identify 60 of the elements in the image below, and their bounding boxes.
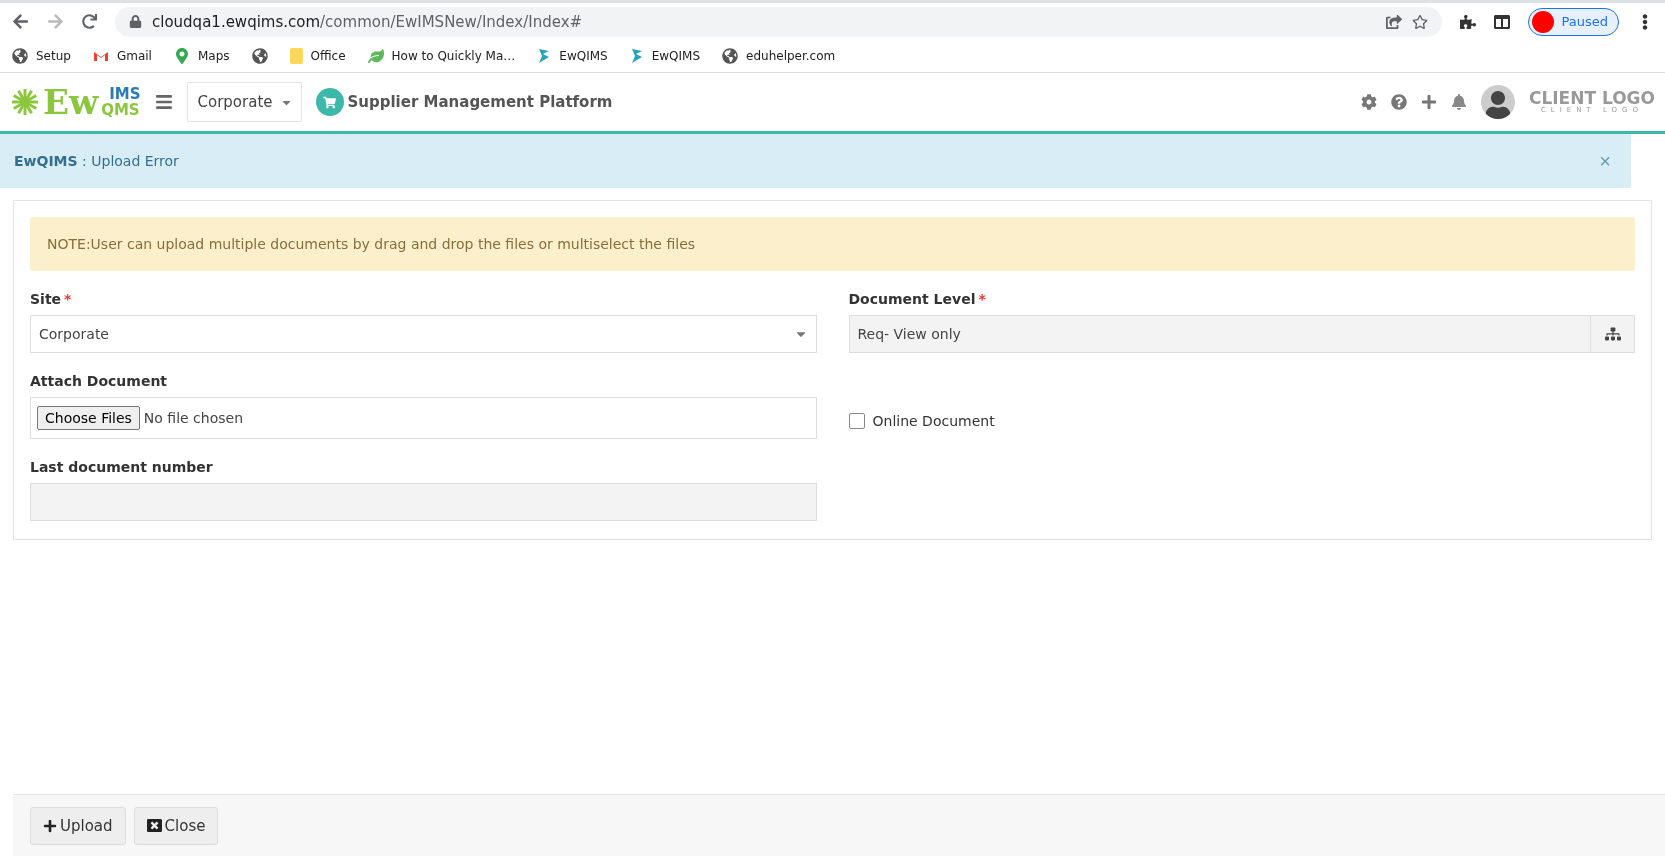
plus-icon xyxy=(43,818,57,833)
settings-icon[interactable] xyxy=(1360,94,1377,110)
bookmark[interactable] xyxy=(251,48,268,64)
url-text: cloudqa1.ewqims.com/common/EwIMSNew/Index/Index# xyxy=(152,12,583,31)
bookmark[interactable]: Office xyxy=(289,48,346,64)
leaf-icon xyxy=(367,48,384,64)
star-icon[interactable] xyxy=(1411,13,1428,30)
help-icon[interactable] xyxy=(1390,94,1407,110)
choose-files-button[interactable]: Choose Files xyxy=(37,406,140,430)
file-status: No file chosen xyxy=(143,410,244,426)
menu-icon[interactable] xyxy=(154,93,173,111)
lock-icon xyxy=(129,15,142,28)
logo-text: IMS xyxy=(108,86,141,102)
field-label: Document Level * xyxy=(848,291,987,307)
client-logo: CLIENT LOGO xyxy=(1528,90,1655,107)
share-icon[interactable] xyxy=(1385,13,1402,30)
puzzle-icon[interactable] xyxy=(1459,13,1476,30)
globe-icon xyxy=(722,48,739,64)
close-button[interactable]: Close xyxy=(133,806,219,845)
cart-icon xyxy=(315,88,344,116)
bell-icon[interactable] xyxy=(1450,94,1467,110)
upload-button[interactable]: Upload xyxy=(30,806,126,845)
profile-button[interactable]: Paused xyxy=(1527,7,1619,36)
bookmark[interactable]: Maps xyxy=(173,48,230,64)
bookmark[interactable]: EwQIMS xyxy=(537,48,608,64)
document-level-field[interactable]: Req- View only xyxy=(848,315,1590,353)
logo-text: Ew xyxy=(43,82,99,122)
side-panel-icon[interactable] xyxy=(1493,13,1510,30)
bookmark[interactable]: How to Quickly Ma… xyxy=(367,48,516,64)
map-pin-icon xyxy=(173,48,190,64)
logo-text: QMS xyxy=(101,102,141,118)
site-select[interactable]: Corporate xyxy=(30,315,817,353)
alert-message: EwQIMS : Upload Error xyxy=(14,153,179,169)
field-label: Site * xyxy=(30,291,73,307)
bookmark[interactable]: eduhelper.com xyxy=(722,48,836,64)
sitemap-icon[interactable] xyxy=(1590,315,1635,353)
field-label: Attach Document xyxy=(30,373,169,389)
checkbox-label: Online Document xyxy=(872,412,995,429)
close-icon xyxy=(146,818,162,833)
checkbox[interactable] xyxy=(848,412,865,429)
platform-title: Supplier Management Platform xyxy=(347,93,613,111)
folder-icon xyxy=(289,48,303,64)
field-label: Last document number xyxy=(30,459,214,475)
back-icon[interactable] xyxy=(12,13,29,30)
note-message: NOTE:User can upload multiple documents by drag and drop the files or multiselect the files xyxy=(30,217,1635,271)
bookmark[interactable]: Setup xyxy=(12,48,71,64)
file-input[interactable]: Choose Files No file chosen xyxy=(30,397,817,439)
app-logo-icon xyxy=(629,48,644,64)
site-dropdown[interactable]: Corporate xyxy=(186,82,302,122)
avatar-icon[interactable] xyxy=(1480,85,1515,119)
input-field[interactable] xyxy=(30,483,817,521)
globe-icon xyxy=(12,48,28,64)
bookmark[interactable]: EwQIMS xyxy=(629,48,701,64)
starburst-icon xyxy=(10,87,40,117)
bookmark[interactable]: Gmail xyxy=(92,49,152,63)
mail-icon xyxy=(92,50,109,62)
address-bar[interactable]: cloudqa1.ewqims.com/common/EwIMSNew/Index/Index# xyxy=(115,6,1442,37)
plus-icon[interactable] xyxy=(1420,94,1437,110)
globe-icon xyxy=(251,48,268,64)
reload-icon[interactable] xyxy=(82,14,97,29)
